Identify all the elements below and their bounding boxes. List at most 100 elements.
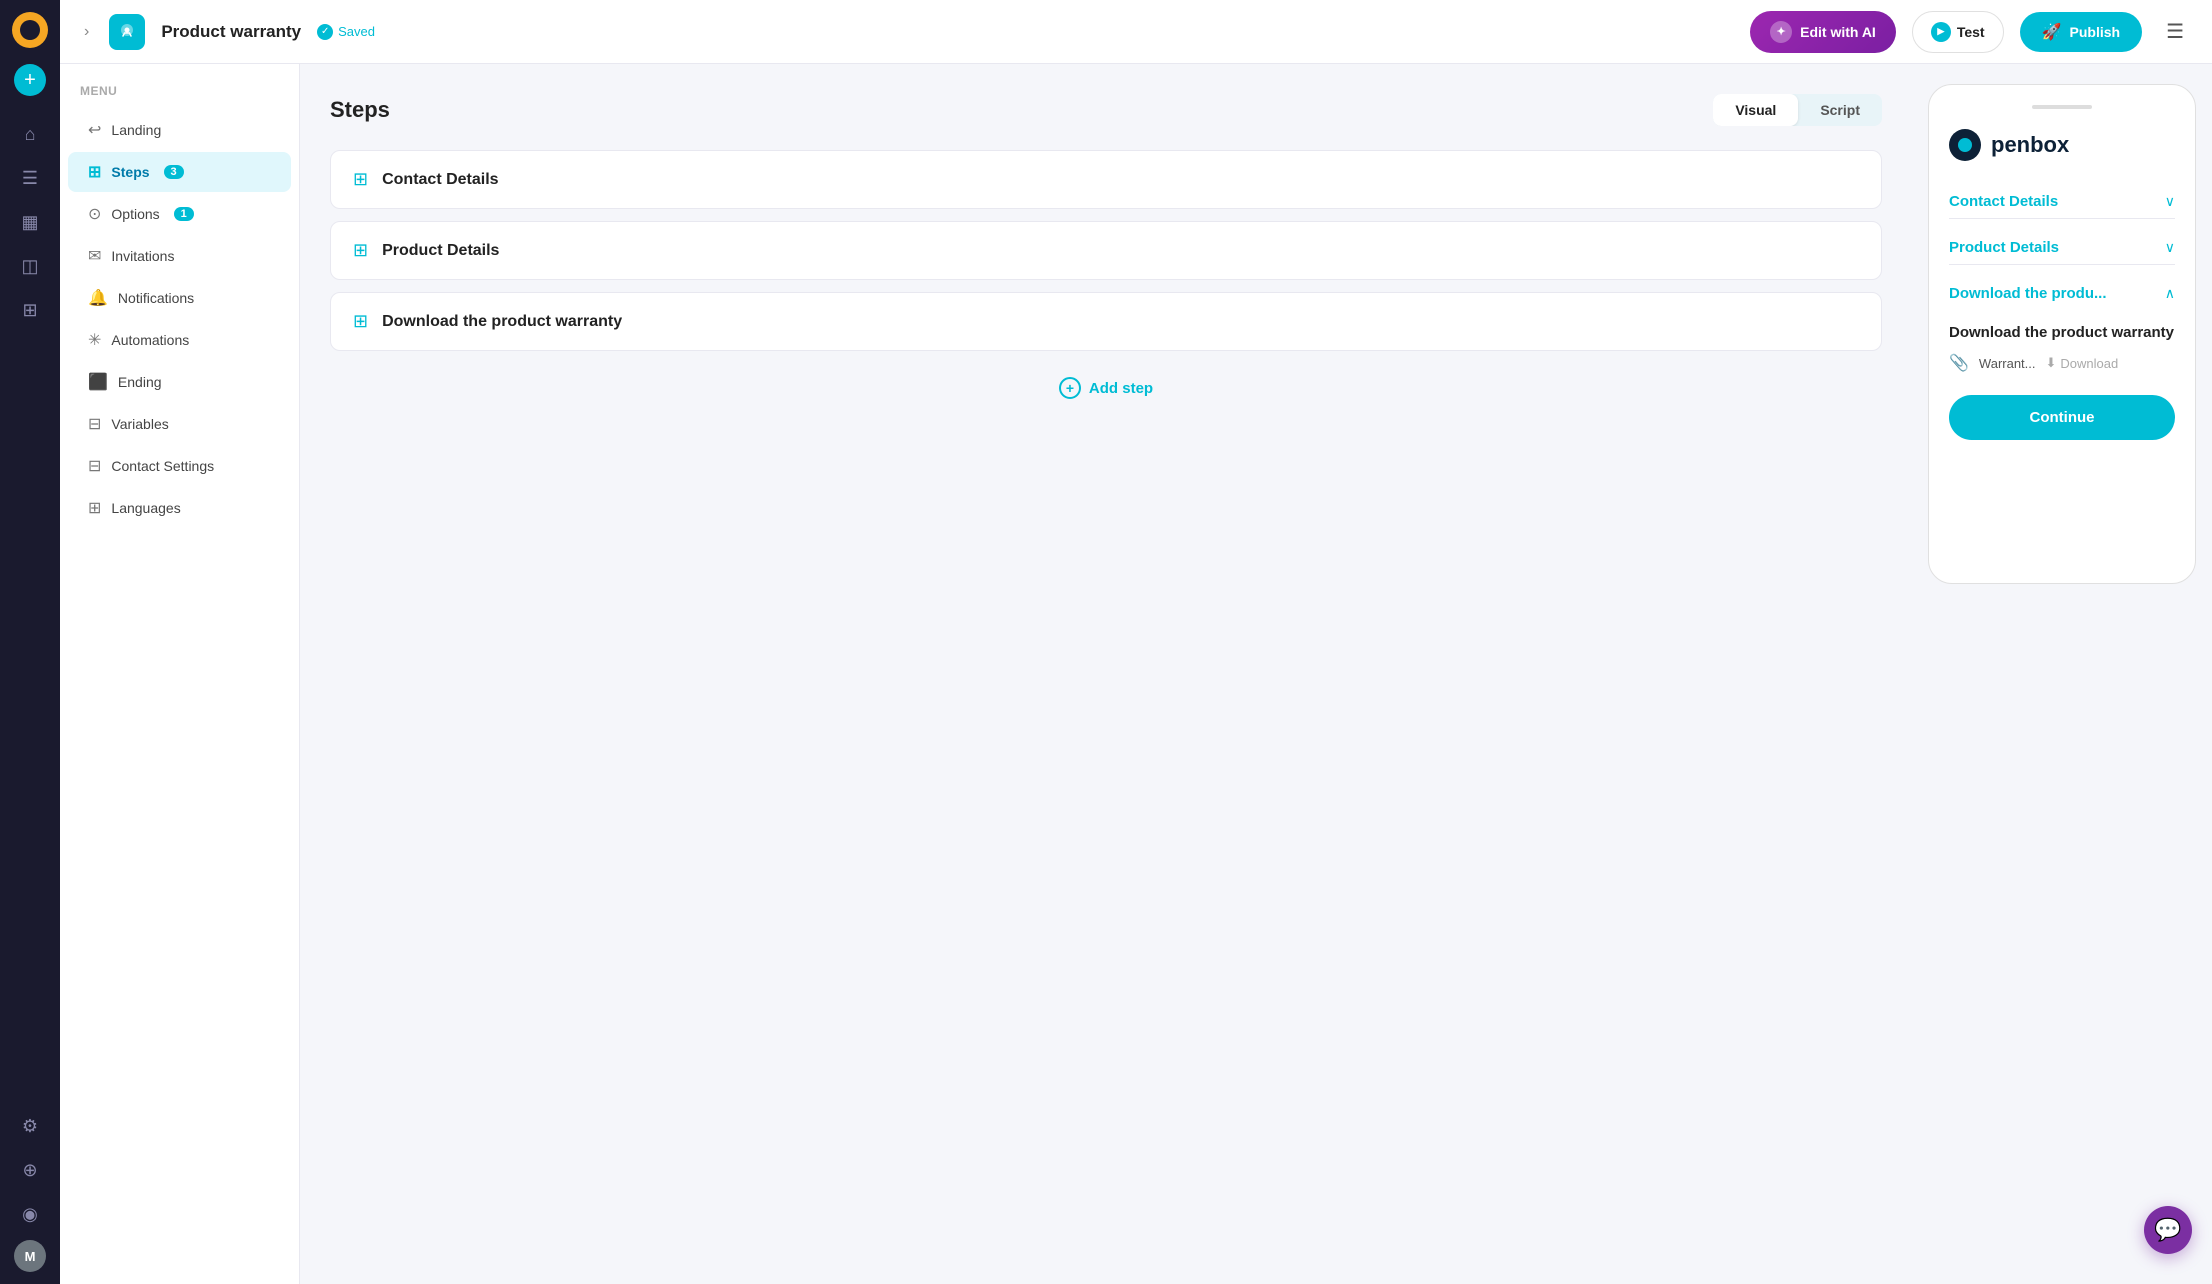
plus-circle-icon: + <box>1059 377 1081 399</box>
notch-bar <box>2032 105 2092 109</box>
chat-bubble-button[interactable]: 💬 <box>2144 1206 2192 1254</box>
automations-icon: ✳ <box>88 330 101 350</box>
sidebar-item-landing[interactable]: ↩ Landing <box>68 110 291 150</box>
preview-section-contact: Contact Details ∨ <box>1949 185 2175 219</box>
preview-download-content: Download the product warranty 📎 Warrant.… <box>1949 310 2175 452</box>
notifications-icon: 🔔 <box>88 288 108 308</box>
step-product-icon: ⊞ <box>353 240 368 261</box>
publish-button[interactable]: 🚀 Publish <box>2020 12 2142 52</box>
contact-settings-icon: ⊟ <box>88 456 101 476</box>
saved-label: Saved <box>338 24 375 39</box>
check-circle-icon: ✓ <box>317 24 333 40</box>
script-view-button[interactable]: Script <box>1798 94 1882 126</box>
menu-hamburger[interactable]: ☰ <box>2158 15 2192 48</box>
add-step-button[interactable]: + Add step <box>330 363 1882 413</box>
variables-icon: ⊟ <box>88 414 101 434</box>
edit-with-ai-button[interactable]: ✦ Edit with AI <box>1750 11 1896 53</box>
sidebar-label-notifications: Notifications <box>118 290 194 306</box>
logo-inner <box>20 20 40 40</box>
add-step-label: Add step <box>1089 380 1153 397</box>
app-logo[interactable] <box>12 12 48 48</box>
add-user-icon[interactable]: ⊕ <box>12 1152 48 1188</box>
download-icon: ⬇ <box>2046 355 2057 371</box>
group-icon[interactable]: ◉ <box>12 1196 48 1232</box>
sidebar-label-landing: Landing <box>111 122 161 138</box>
main-panel: Steps Visual Script ⊞ Contact Details ⊞ … <box>300 64 1912 1284</box>
add-button[interactable]: + <box>14 64 46 96</box>
preview-download-title: Download the produ... <box>1949 285 2107 302</box>
step-download-icon: ⊞ <box>353 311 368 332</box>
icon-bar: + ⌂ ☰ ▦ ◫ ⊞ ⚙ ⊕ ◉ M <box>0 0 60 1284</box>
phone-notch <box>1949 105 2175 109</box>
sidebar-item-options[interactable]: ⊙ Options 1 <box>68 194 291 234</box>
publish-label: Publish <box>2070 24 2121 40</box>
landing-icon: ↩ <box>88 120 101 140</box>
panel-header: Steps Visual Script <box>330 94 1882 126</box>
preview-section-contact-header[interactable]: Contact Details ∨ <box>1949 185 2175 219</box>
step-product-details[interactable]: ⊞ Product Details <box>330 221 1882 280</box>
steps-title: Steps <box>330 97 390 123</box>
sidebar-item-variables[interactable]: ⊟ Variables <box>68 404 291 444</box>
test-label: Test <box>1957 24 1985 40</box>
collapse-button[interactable]: › <box>80 19 93 45</box>
chevron-down-contact: ∨ <box>2165 193 2175 210</box>
preview-content-heading: Download the product warranty <box>1949 322 2175 343</box>
sidebar-label-options: Options <box>111 206 159 222</box>
step-contact-label: Contact Details <box>382 171 498 189</box>
preview-section-product: Product Details ∨ <box>1949 231 2175 265</box>
options-icon: ⊙ <box>88 204 101 224</box>
invitations-icon: ✉ <box>88 246 101 266</box>
penbox-app-logo <box>109 14 145 50</box>
options-badge: 1 <box>174 207 194 221</box>
preview-section-download: Download the produ... ∧ Download the pro… <box>1949 277 2175 452</box>
nav-icon-table[interactable]: ⊞ <box>12 292 48 328</box>
step-download-label: Download the product warranty <box>382 313 622 331</box>
saved-badge: ✓ Saved <box>317 24 375 40</box>
file-attachment-icon: 📎 <box>1949 353 1969 373</box>
sidebar-item-steps[interactable]: ⊞ Steps 3 <box>68 152 291 192</box>
step-contact-details[interactable]: ⊞ Contact Details <box>330 150 1882 209</box>
preview-product-title: Product Details <box>1949 239 2059 256</box>
sidebar-menu-label: Menu <box>60 84 299 110</box>
download-link[interactable]: ⬇ Download <box>2046 355 2119 371</box>
user-avatar[interactable]: M <box>14 1240 46 1272</box>
sidebar-label-invitations: Invitations <box>111 248 174 264</box>
sidebar-item-languages[interactable]: ⊞ Languages <box>68 488 291 528</box>
nav-icon-folder[interactable]: ◫ <box>12 248 48 284</box>
sidebar-label-contact-settings: Contact Settings <box>111 458 214 474</box>
preview-panel: penbox Contact Details ∨ Product Details… <box>1912 64 2212 1284</box>
step-download-warranty[interactable]: ⊞ Download the product warranty <box>330 292 1882 351</box>
preview-section-download-header[interactable]: Download the produ... ∧ <box>1949 277 2175 310</box>
continue-button[interactable]: Continue <box>1949 395 2175 440</box>
step-contact-icon: ⊞ <box>353 169 368 190</box>
edit-ai-label: Edit with AI <box>1800 24 1876 40</box>
sidebar-label-variables: Variables <box>111 416 168 432</box>
main-container: › Product warranty ✓ Saved ✦ Edit with A… <box>60 0 2212 1284</box>
rocket-icon: 🚀 <box>2042 22 2062 42</box>
steps-icon: ⊞ <box>88 162 101 182</box>
settings-icon[interactable]: ⚙ <box>12 1108 48 1144</box>
sidebar-item-invitations[interactable]: ✉ Invitations <box>68 236 291 276</box>
sidebar-item-contact-settings[interactable]: ⊟ Contact Settings <box>68 446 291 486</box>
penbox-brand: penbox <box>1949 129 2175 161</box>
sidebar-item-ending[interactable]: ⬛ Ending <box>68 362 291 402</box>
visual-view-button[interactable]: Visual <box>1713 94 1798 126</box>
sidebar-item-automations[interactable]: ✳ Automations <box>68 320 291 360</box>
sidebar-label-steps: Steps <box>111 164 149 180</box>
test-button[interactable]: ▶ Test <box>1912 11 2004 53</box>
preview-section-product-header[interactable]: Product Details ∨ <box>1949 231 2175 265</box>
view-toggle: Visual Script <box>1713 94 1882 126</box>
top-bar: › Product warranty ✓ Saved ✦ Edit with A… <box>60 0 2212 64</box>
sidebar-label-ending: Ending <box>118 374 162 390</box>
sidebar-item-notifications[interactable]: 🔔 Notifications <box>68 278 291 318</box>
ai-icon: ✦ <box>1770 21 1792 43</box>
chevron-down-product: ∨ <box>2165 239 2175 256</box>
penbox-logo-inner <box>1958 138 1972 152</box>
nav-icon-list[interactable]: ☰ <box>12 160 48 196</box>
sidebar-label-languages: Languages <box>111 500 180 516</box>
nav-icon-home[interactable]: ⌂ <box>12 116 48 152</box>
step-product-label: Product Details <box>382 242 499 260</box>
download-label: Download <box>2060 356 2118 371</box>
nav-icon-grid[interactable]: ▦ <box>12 204 48 240</box>
penbox-name: penbox <box>1991 132 2069 158</box>
